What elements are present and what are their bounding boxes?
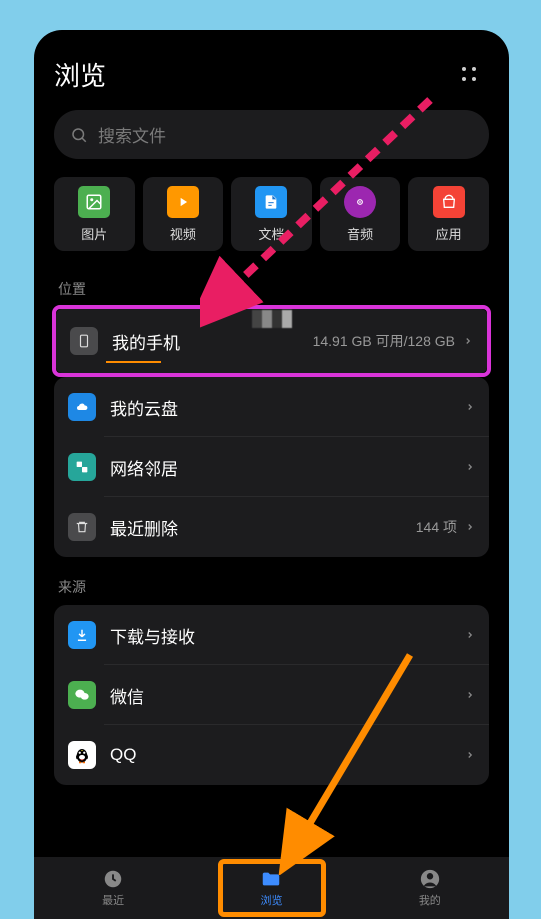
category-images[interactable]: 图片 — [54, 177, 135, 251]
folder-icon — [259, 868, 283, 890]
document-icon — [255, 186, 287, 218]
item-label: 最近删除 — [110, 515, 416, 540]
item-label: QQ — [110, 745, 465, 765]
bottom-nav: 最近 浏览 我的 — [34, 857, 509, 919]
category-documents[interactable]: 文档 — [231, 177, 312, 251]
category-label: 视频 — [170, 224, 196, 243]
item-label: 我的手机 — [112, 329, 313, 354]
cloud-icon — [68, 393, 96, 421]
location-cloud[interactable]: 我的云盘 — [54, 377, 489, 437]
network-icon — [68, 453, 96, 481]
chevron-right-icon — [465, 687, 475, 703]
search-input[interactable]: 搜索文件 — [54, 110, 489, 159]
section-label-source: 来源 — [54, 577, 489, 597]
location-trash[interactable]: 最近删除 144 项 — [54, 497, 489, 557]
person-icon — [419, 868, 441, 890]
category-label: 文档 — [258, 224, 284, 243]
app-icon — [433, 186, 465, 218]
chevron-right-icon — [465, 627, 475, 643]
category-grid: 图片 视频 文档 音频 应用 — [54, 177, 489, 251]
video-icon — [167, 186, 199, 218]
chevron-right-icon — [465, 747, 475, 763]
trash-icon — [68, 513, 96, 541]
menu-dots-icon — [462, 67, 476, 81]
nav-mine[interactable]: 我的 — [351, 857, 509, 919]
section-label-location: 位置 — [54, 279, 489, 299]
page-title: 浏览 — [54, 56, 106, 93]
search-icon — [70, 126, 88, 144]
image-icon — [78, 186, 110, 218]
item-meta: 14.91 GB 可用/128 GB — [313, 331, 455, 351]
chevron-right-icon — [465, 459, 475, 475]
item-label: 我的云盘 — [110, 395, 465, 420]
search-placeholder: 搜索文件 — [98, 122, 166, 147]
qq-icon — [68, 741, 96, 769]
audio-icon — [344, 186, 376, 218]
source-wechat[interactable]: 微信 — [54, 665, 489, 725]
tutorial-highlight-phone: 我的手机 14.91 GB 可用/128 GB — [52, 305, 491, 377]
nav-label: 浏览 — [260, 892, 282, 908]
phone-icon — [70, 327, 98, 355]
location-my-phone[interactable]: 我的手机 14.91 GB 可用/128 GB — [56, 309, 487, 373]
item-label: 网络邻居 — [110, 455, 465, 480]
item-label: 下载与接收 — [110, 623, 465, 648]
item-meta: 144 项 — [416, 517, 457, 537]
orange-underline — [106, 361, 161, 363]
menu-button[interactable] — [449, 54, 489, 94]
nav-label: 最近 — [102, 892, 124, 908]
clock-icon — [102, 868, 124, 890]
category-label: 应用 — [436, 224, 462, 243]
location-network[interactable]: 网络邻居 — [54, 437, 489, 497]
category-label: 图片 — [81, 224, 107, 243]
nav-browse[interactable]: 浏览 — [192, 857, 350, 919]
source-download[interactable]: 下载与接收 — [54, 605, 489, 665]
wechat-icon — [68, 681, 96, 709]
chevron-right-icon — [463, 333, 473, 349]
download-icon — [68, 621, 96, 649]
nav-label: 我的 — [419, 892, 441, 908]
source-qq[interactable]: QQ — [54, 725, 489, 785]
item-label: 微信 — [110, 683, 465, 708]
chevron-right-icon — [465, 399, 475, 415]
category-apps[interactable]: 应用 — [408, 177, 489, 251]
category-label: 音频 — [347, 224, 373, 243]
category-audio[interactable]: 音频 — [320, 177, 401, 251]
nav-recent[interactable]: 最近 — [34, 857, 192, 919]
category-videos[interactable]: 视频 — [143, 177, 224, 251]
chevron-right-icon — [465, 519, 475, 535]
